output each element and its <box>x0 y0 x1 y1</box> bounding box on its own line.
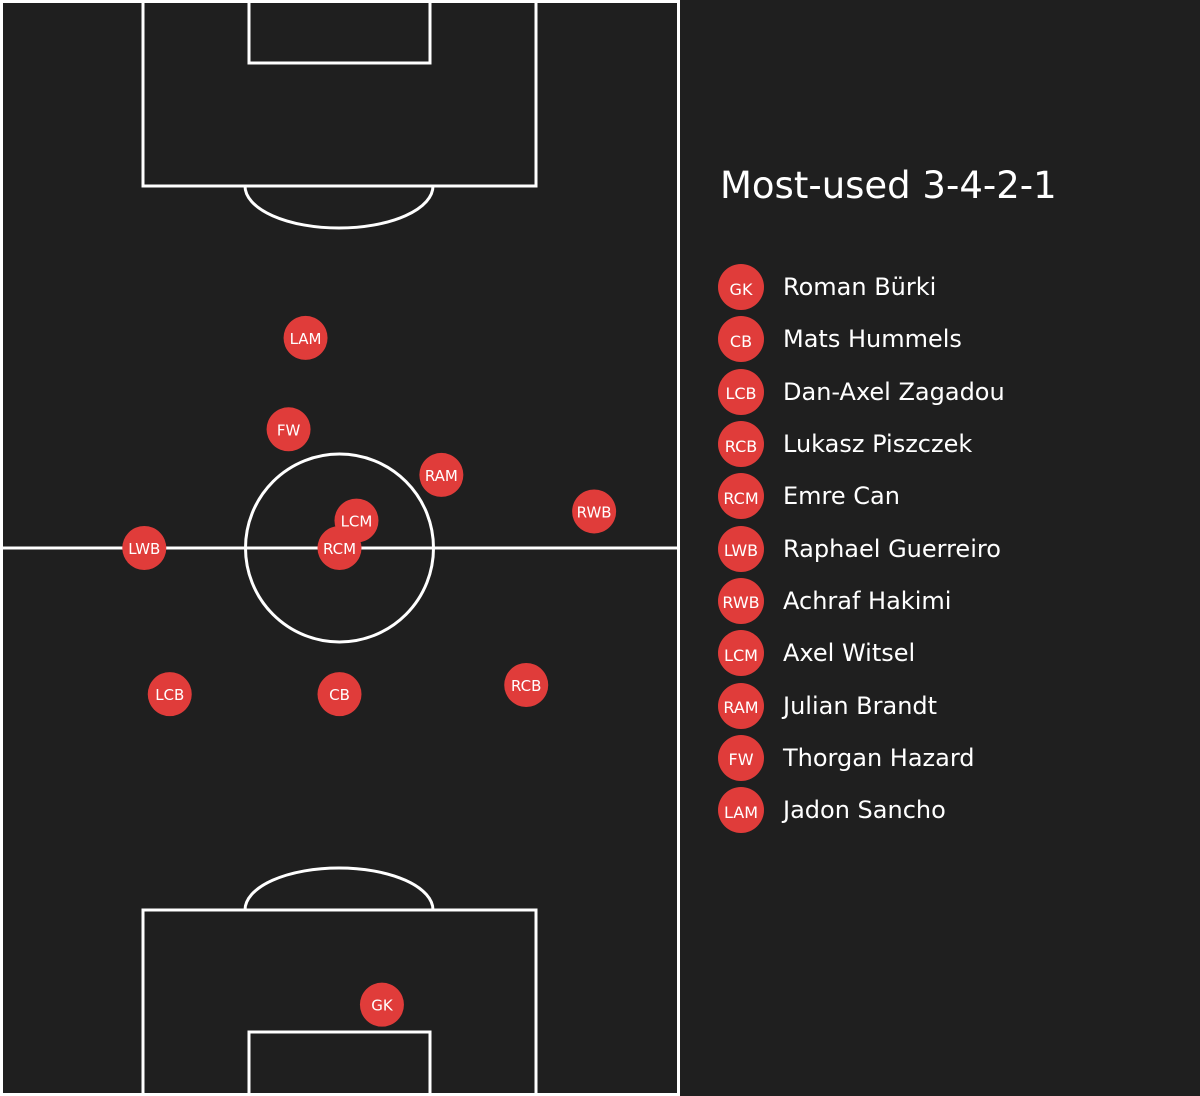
player-marker-lcm: LCM <box>334 498 379 543</box>
player-name: Jadon Sancho <box>783 796 946 825</box>
player-name: Achraf Hakimi <box>783 586 952 615</box>
marker-label: GK <box>371 997 394 1015</box>
roster-item: RCB Lukasz Piszczek <box>718 418 1005 470</box>
position-badge: FW <box>718 734 764 781</box>
player-marker-gk: GK <box>359 982 404 1027</box>
marker-label: LCB <box>155 686 184 704</box>
position-badge: RCM <box>718 473 764 520</box>
roster-item: LCB Dan-Axel Zagadou <box>718 366 1005 418</box>
player-marker-lcb: LCB <box>147 672 192 717</box>
top-penalty-area <box>141 0 538 188</box>
player-marker-rcb: RCB <box>504 663 549 707</box>
player-name: Julian Brandt <box>783 691 938 720</box>
roster-item: LWB Raphael Guerreiro <box>718 522 1005 574</box>
panel-title: Most-used 3-4-2-1 <box>720 164 1057 207</box>
roster-list: GK Roman Bürki CB Mats Hummels LCB Dan-Axel Z… <box>718 261 1005 836</box>
player-name: Thorgan Hazard <box>783 743 975 772</box>
position-badge: LCM <box>718 630 764 677</box>
bottom-penalty-area <box>141 908 538 1096</box>
player-marker-fw: FW <box>266 407 311 452</box>
position-badge: LWB <box>718 525 764 572</box>
marker-label: RAM <box>425 467 458 485</box>
roster-item: CB Mats Hummels <box>718 313 1005 365</box>
player-name: Emre Can <box>783 482 900 511</box>
player-markers: GK CB LCB RCB RCM LWB RWB LCM RAM FW LAM <box>122 315 617 1027</box>
player-name: Roman Bürki <box>783 273 937 302</box>
top-goal-area <box>247 0 432 65</box>
player-marker-cb: CB <box>317 672 362 717</box>
marker-label: RCM <box>323 540 356 558</box>
player-name: Lukasz Piszczek <box>783 430 973 459</box>
player-name: Axel Witsel <box>783 639 916 668</box>
marker-label: RWB <box>577 503 612 521</box>
position-badge: LAM <box>718 787 764 834</box>
player-name: Dan-Axel Zagadou <box>783 377 1005 406</box>
player-name: Raphael Guerreiro <box>783 534 1001 563</box>
marker-label: LWB <box>128 540 160 558</box>
roster-item: GK Roman Bürki <box>718 261 1005 313</box>
roster-item: LAM Jadon Sancho <box>718 784 1005 836</box>
position-badge: GK <box>718 264 764 311</box>
lineup-panel: Most-used 3-4-2-1 GK Roman Bürki CB Mats Hu… <box>680 0 1200 1096</box>
position-badge: CB <box>718 316 764 363</box>
player-marker-lwb: LWB <box>122 526 167 570</box>
marker-label: RCB <box>511 677 541 695</box>
roster-item: RAM Julian Brandt <box>718 679 1005 731</box>
player-marker-lam: LAM <box>283 315 328 360</box>
roster-item: RWB Achraf Hakimi <box>718 575 1005 627</box>
marker-label: LAM <box>290 330 322 348</box>
position-badge: RWB <box>718 577 764 624</box>
marker-label: LCM <box>341 513 373 531</box>
top-penalty-arc <box>243 185 435 230</box>
roster-item: LCM Axel Witsel <box>718 627 1005 679</box>
position-badge: RCB <box>718 421 764 468</box>
marker-label: FW <box>277 421 301 439</box>
bottom-penalty-arc <box>243 866 435 911</box>
player-name: Mats Hummels <box>783 325 962 354</box>
position-badge: RAM <box>718 682 764 729</box>
pitch-diagram: GK CB LCB RCB RCM LWB RWB LCM RAM FW LAM <box>0 0 680 1096</box>
roster-item: RCM Emre Can <box>718 470 1005 522</box>
player-marker-rwb: RWB <box>572 489 617 534</box>
bottom-goal-area <box>247 1030 432 1096</box>
player-marker-ram: RAM <box>419 452 464 497</box>
position-badge: LCB <box>718 368 764 415</box>
marker-label: CB <box>329 686 350 704</box>
roster-item: FW Thorgan Hazard <box>718 732 1005 784</box>
